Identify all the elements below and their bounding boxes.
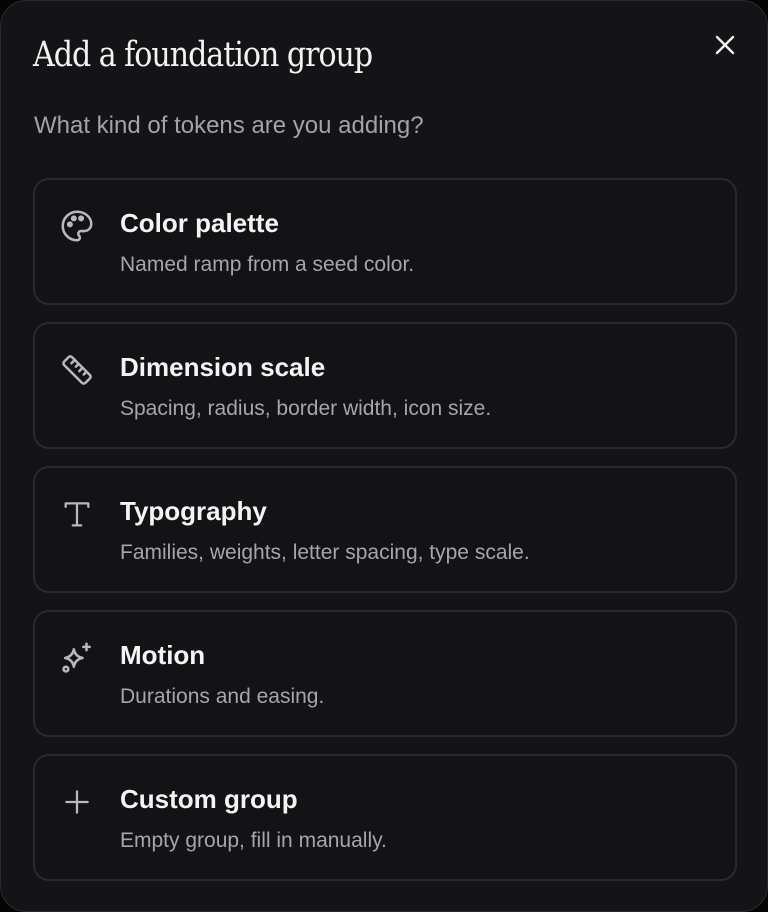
option-description: Families, weights, letter spacing, type … <box>120 541 530 564</box>
option-dimension-scale[interactable]: Dimension scale Spacing, radius, border … <box>33 322 737 449</box>
ruler-icon <box>57 350 97 390</box>
text-type-icon <box>57 494 97 534</box>
option-description: Named ramp from a seed color. <box>120 253 415 276</box>
add-foundation-group-dialog: Add a foundation group What kind of toke… <box>0 0 768 912</box>
option-label: Custom group <box>120 784 298 814</box>
option-label: Dimension scale <box>120 352 326 382</box>
dialog-title: Add a foundation group <box>33 35 373 75</box>
option-custom-group[interactable]: Custom group Empty group, fill in manual… <box>33 754 737 881</box>
option-description: Spacing, radius, border width, icon size… <box>120 397 492 420</box>
option-motion[interactable]: Motion Durations and easing. <box>33 610 737 737</box>
option-list: Color palette Named ramp from a seed col… <box>33 178 737 898</box>
option-label: Motion <box>120 640 206 670</box>
option-label: Color palette <box>120 208 279 238</box>
option-color-palette[interactable]: Color palette Named ramp from a seed col… <box>33 178 737 305</box>
plus-icon <box>57 782 97 822</box>
palette-icon <box>57 206 97 246</box>
option-description: Durations and easing. <box>120 685 325 708</box>
dialog-subtitle: What kind of tokens are you adding? <box>34 112 424 139</box>
close-icon <box>713 33 737 62</box>
sparkles-icon <box>57 638 97 678</box>
option-label: Typography <box>120 496 267 526</box>
option-typography[interactable]: Typography Families, weights, letter spa… <box>33 466 737 593</box>
option-description: Empty group, fill in manually. <box>120 829 387 852</box>
close-button[interactable] <box>705 27 745 67</box>
